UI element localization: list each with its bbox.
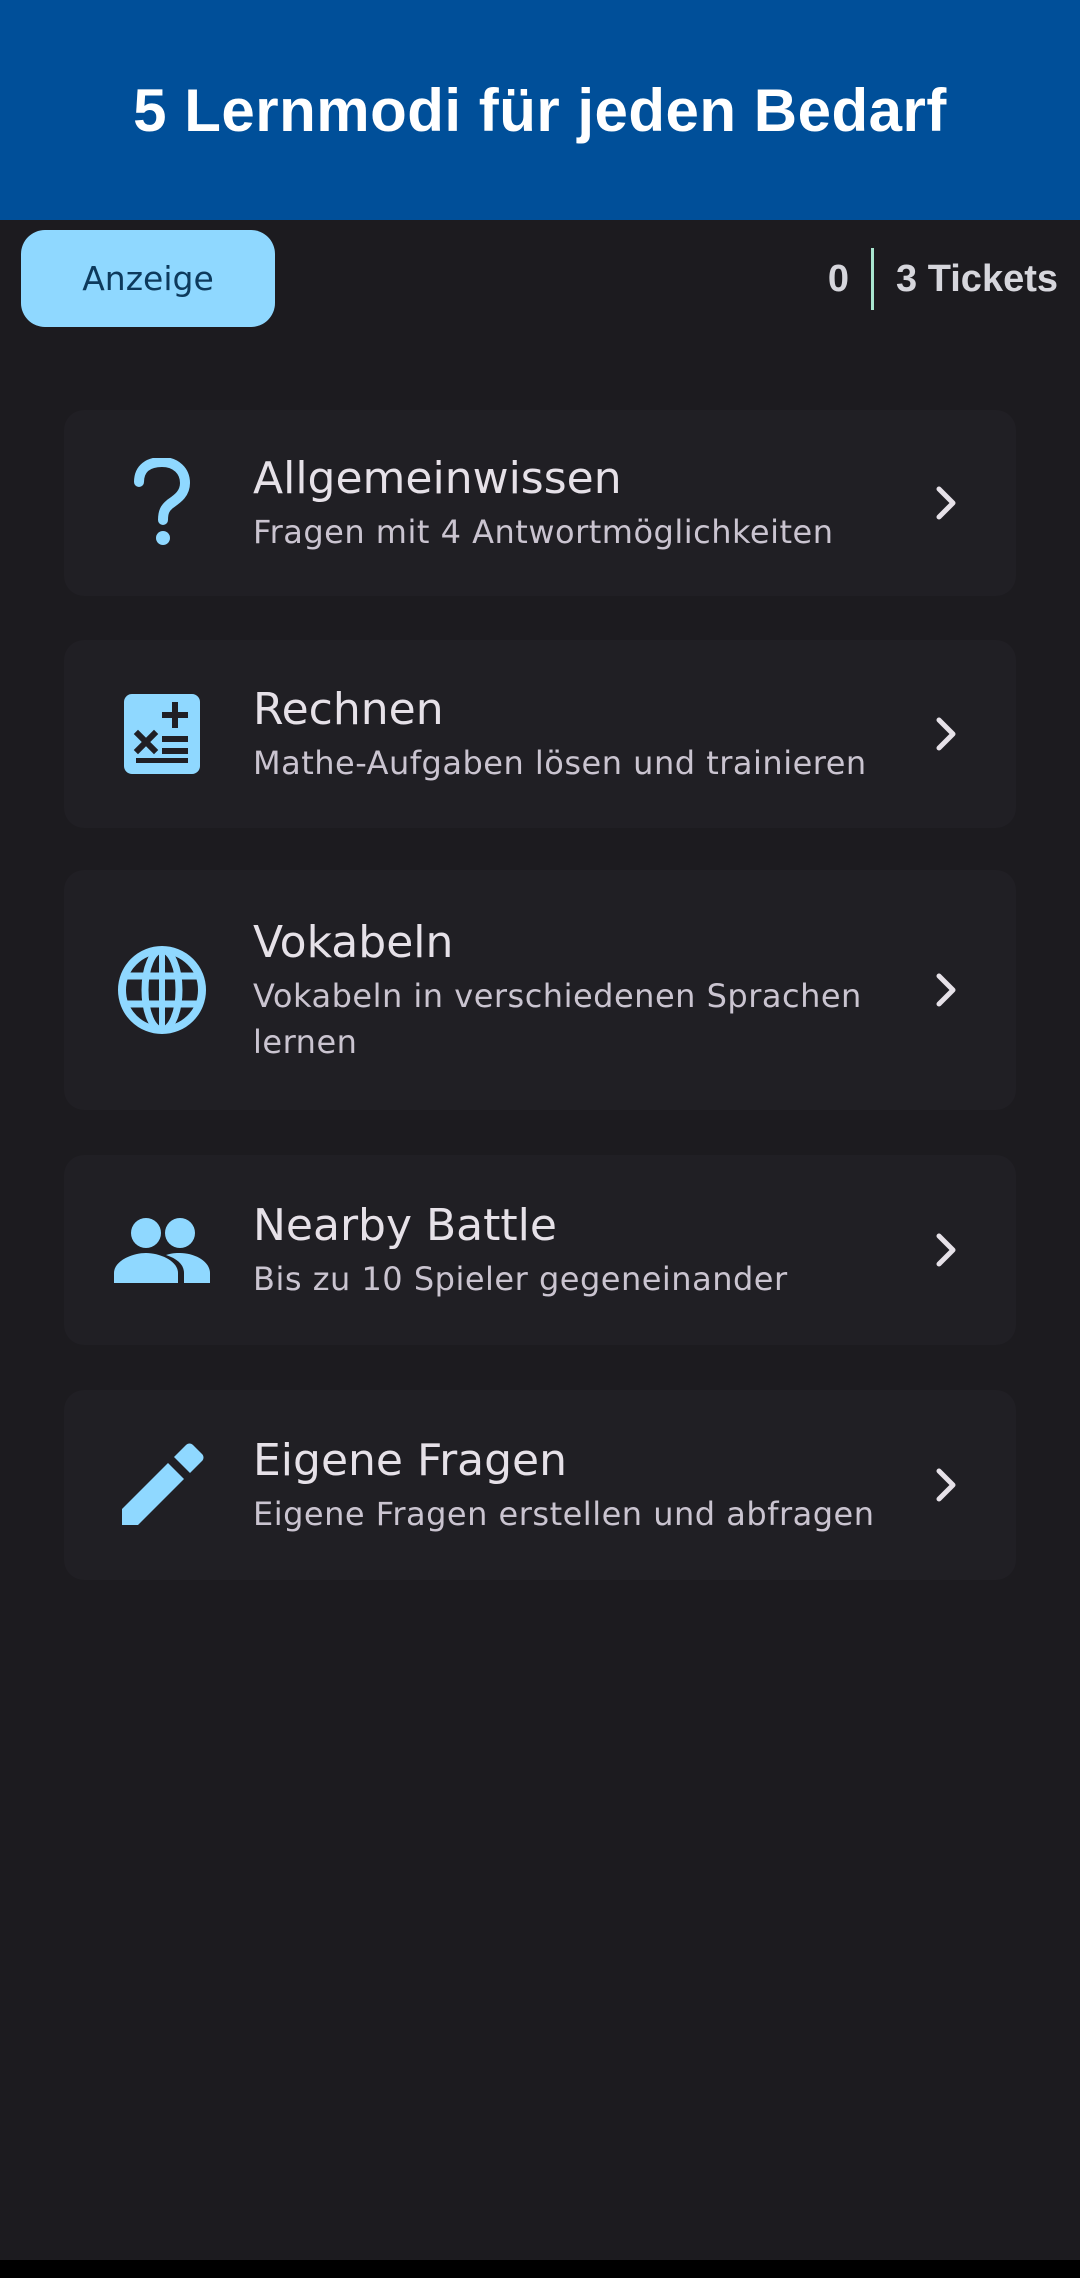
- mode-title: Rechnen: [253, 684, 444, 735]
- pencil-icon: [104, 1427, 220, 1543]
- ad-button[interactable]: Anzeige: [21, 230, 275, 327]
- promo-banner: 5 Lernmodi für jeden Bedarf: [0, 0, 1080, 220]
- mode-text: Nearby Battle Bis zu 10 Spieler gegenein…: [253, 1198, 906, 1302]
- chevron-right-icon: [926, 714, 966, 754]
- mode-subtitle: Eigene Fragen erstellen und abfragen: [253, 1495, 875, 1533]
- chevron-right-icon: [926, 970, 966, 1010]
- mode-subtitle: Fragen mit 4 Antwortmöglichkeiten: [253, 513, 834, 551]
- globe-icon: [104, 932, 220, 1048]
- chevron-right-icon: [926, 483, 966, 523]
- mode-subtitle: Bis zu 10 Spieler gegeneinander: [253, 1260, 788, 1298]
- top-bar: Anzeige 0 3 Tickets: [0, 220, 1080, 340]
- mode-text: Allgemeinwissen Fragen mit 4 Antwortmögl…: [253, 451, 906, 555]
- mode-card-allgemeinwissen[interactable]: Allgemeinwissen Fragen mit 4 Antwortmögl…: [64, 410, 1016, 596]
- chevron-right-icon: [926, 1465, 966, 1505]
- ticket-divider: [871, 248, 875, 310]
- question-mark-icon: [104, 445, 220, 561]
- calculate-icon: [104, 676, 220, 792]
- mode-card-eigene-fragen[interactable]: Eigene Fragen Eigene Fragen erstellen un…: [64, 1390, 1016, 1580]
- ticket-counter: 0 3 Tickets: [828, 248, 1058, 310]
- mode-card-nearby-battle[interactable]: Nearby Battle Bis zu 10 Spieler gegenein…: [64, 1155, 1016, 1345]
- chevron-right-icon: [926, 1230, 966, 1270]
- mode-subtitle: Vokabeln in verschiedenen Sprachen lerne…: [253, 977, 862, 1061]
- mode-title: Nearby Battle: [253, 1200, 557, 1251]
- mode-card-vokabeln[interactable]: Vokabeln Vokabeln in verschiedenen Sprac…: [64, 870, 1016, 1110]
- tickets-label: 3 Tickets: [896, 257, 1058, 300]
- navigation-bar-strip: [0, 2260, 1080, 2278]
- banner-title: 5 Lernmodi für jeden Bedarf: [133, 76, 947, 144]
- mode-text: Rechnen Mathe-Aufgaben lösen und trainie…: [253, 682, 906, 786]
- mode-subtitle: Mathe-Aufgaben lösen und trainieren: [253, 744, 867, 782]
- mode-title: Eigene Fragen: [253, 1435, 568, 1486]
- mode-card-rechnen[interactable]: Rechnen Mathe-Aufgaben lösen und trainie…: [64, 640, 1016, 828]
- ticket-count: 0: [827, 257, 850, 300]
- people-icon: [104, 1192, 220, 1308]
- mode-title: Allgemeinwissen: [253, 453, 622, 504]
- mode-text: Eigene Fragen Eigene Fragen erstellen un…: [253, 1433, 906, 1537]
- mode-text: Vokabeln Vokabeln in verschiedenen Sprac…: [253, 915, 906, 1065]
- mode-title: Vokabeln: [253, 917, 454, 968]
